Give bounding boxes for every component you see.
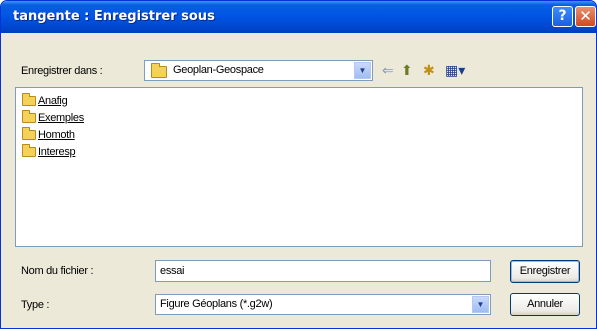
- folder-icon: [22, 143, 36, 157]
- folder-icon: [22, 109, 36, 123]
- file-list[interactable]: Anafig Exemples Homoth Interesp: [15, 87, 583, 247]
- list-item-label: Homoth: [38, 128, 75, 141]
- new-folder-icon[interactable]: ✱: [423, 63, 435, 77]
- filetype-label: Type :: [21, 299, 50, 311]
- folder-icon: [151, 63, 167, 78]
- folder-icon: [22, 92, 36, 106]
- save-in-value: Geoplan-Geospace: [173, 64, 264, 76]
- list-item[interactable]: Interesp: [22, 143, 76, 159]
- filetype-dropdown[interactable]: Figure Géoplans (*.g2w) ▼: [155, 294, 491, 315]
- list-item[interactable]: Exemples: [22, 109, 84, 125]
- chevron-down-icon[interactable]: ▼: [472, 296, 489, 313]
- save-in-label: Enregistrer dans :: [21, 65, 103, 77]
- folder-icon: [22, 126, 36, 140]
- filename-label: Nom du fichier :: [21, 265, 94, 277]
- save-button[interactable]: Enregistrer: [510, 260, 580, 283]
- cancel-button[interactable]: Annuler: [510, 293, 580, 316]
- list-item-label: Interesp: [38, 145, 76, 158]
- help-button[interactable]: ?: [552, 6, 573, 27]
- help-icon: ?: [558, 8, 567, 24]
- close-icon: ✕: [579, 7, 592, 25]
- list-item[interactable]: Anafig: [22, 92, 68, 108]
- filename-field[interactable]: essai: [155, 260, 491, 282]
- window-title: tangente : Enregistrer sous: [13, 9, 215, 24]
- save-as-dialog: tangente : Enregistrer sous ? ✕ Enregist…: [0, 0, 597, 329]
- chevron-down-icon[interactable]: ▼: [354, 62, 371, 79]
- list-item-label: Anafig: [38, 94, 68, 107]
- save-in-dropdown[interactable]: Geoplan-Geospace ▼: [144, 60, 373, 81]
- close-button[interactable]: ✕: [575, 6, 596, 27]
- up-folder-icon[interactable]: ⬆: [401, 63, 413, 77]
- filetype-value: Figure Géoplans (*.g2w): [160, 298, 273, 310]
- list-item-label: Exemples: [38, 111, 84, 124]
- list-item[interactable]: Homoth: [22, 126, 75, 142]
- back-arrow-icon[interactable]: ⇐: [382, 63, 394, 77]
- title-bar[interactable]: tangente : Enregistrer sous ? ✕: [1, 1, 596, 33]
- filename-value: essai: [160, 265, 185, 277]
- view-menu-icon[interactable]: ▦▾: [445, 63, 465, 77]
